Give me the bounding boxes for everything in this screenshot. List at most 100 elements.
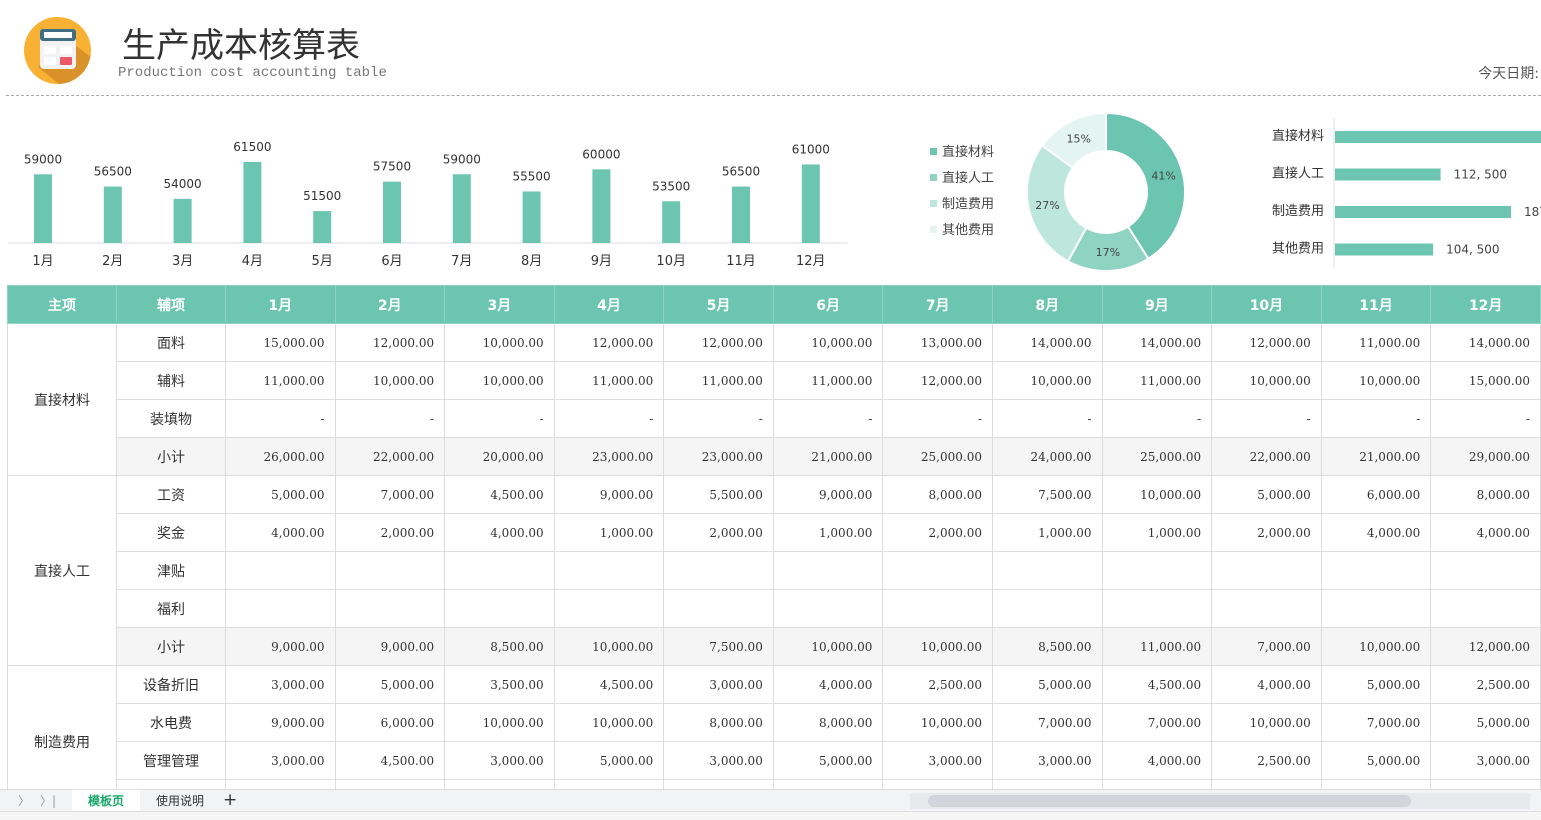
value-cell[interactable]: 13,000.00 bbox=[882, 323, 993, 362]
value-cell[interactable]: 10,000.00 bbox=[444, 361, 555, 400]
value-cell[interactable]: 8,000.00 bbox=[882, 475, 993, 514]
value-cell[interactable]: 12,000.00 bbox=[1211, 323, 1322, 362]
value-cell[interactable]: 3,000.00 bbox=[663, 665, 774, 704]
value-cell[interactable]: 25,000.00 bbox=[1101, 437, 1213, 476]
value-cell[interactable]: 3,000.00 bbox=[224, 665, 336, 704]
value-cell[interactable] bbox=[553, 551, 665, 590]
value-cell[interactable]: 10,000.00 bbox=[444, 323, 555, 362]
value-cell[interactable]: 22,000.00 bbox=[334, 437, 446, 476]
value-cell[interactable]: 3,000.00 bbox=[1430, 741, 1541, 780]
value-cell[interactable]: 9,000.00 bbox=[224, 627, 336, 666]
value-cell[interactable]: - bbox=[663, 399, 774, 438]
value-cell[interactable]: 6,000.00 bbox=[334, 703, 446, 742]
value-cell[interactable]: 8,000.00 bbox=[663, 703, 774, 742]
value-cell[interactable]: 8,000.00 bbox=[1430, 475, 1541, 514]
value-cell[interactable]: 9,000.00 bbox=[334, 627, 446, 666]
value-cell[interactable]: 1,000.00 bbox=[1101, 513, 1213, 552]
value-cell[interactable] bbox=[1320, 589, 1432, 628]
sub-item-cell[interactable]: 管理管理 bbox=[115, 741, 226, 780]
sub-item-cell[interactable]: 水电费 bbox=[115, 703, 226, 742]
sub-item-cell[interactable]: 工资 bbox=[115, 475, 226, 514]
sub-item-cell[interactable]: 装填物 bbox=[115, 399, 226, 438]
value-cell[interactable]: 7,000.00 bbox=[1320, 703, 1432, 742]
value-cell[interactable]: 9,000.00 bbox=[553, 475, 665, 514]
value-cell[interactable]: 3,000.00 bbox=[882, 741, 993, 780]
value-cell[interactable]: 2,000.00 bbox=[334, 513, 446, 552]
value-cell[interactable]: 3,000.00 bbox=[444, 741, 555, 780]
value-cell[interactable]: 14,000.00 bbox=[1101, 323, 1213, 362]
value-cell[interactable]: 3,000.00 bbox=[224, 741, 336, 780]
value-cell[interactable] bbox=[663, 589, 774, 628]
value-cell[interactable]: 11,000.00 bbox=[772, 361, 884, 400]
value-cell[interactable]: 2,500.00 bbox=[1211, 741, 1322, 780]
value-cell[interactable]: 12,000.00 bbox=[334, 323, 446, 362]
value-cell[interactable]: - bbox=[1320, 399, 1432, 438]
main-item-cell[interactable]: 直接材料 bbox=[7, 323, 117, 476]
value-cell[interactable]: 12,000.00 bbox=[1430, 627, 1541, 666]
sub-item-cell[interactable]: 福利 bbox=[115, 589, 226, 628]
value-cell[interactable]: 1,000.00 bbox=[553, 513, 665, 552]
value-cell[interactable] bbox=[1101, 589, 1213, 628]
value-cell[interactable]: 10,000.00 bbox=[553, 627, 665, 666]
value-cell[interactable]: 10,000.00 bbox=[882, 627, 993, 666]
value-cell[interactable]: - bbox=[772, 399, 884, 438]
value-cell[interactable]: 20,000.00 bbox=[444, 437, 555, 476]
value-cell[interactable]: 11,000.00 bbox=[553, 361, 665, 400]
value-cell[interactable]: 15,000.00 bbox=[224, 323, 336, 362]
value-cell[interactable] bbox=[1211, 551, 1322, 590]
value-cell[interactable]: 10,000.00 bbox=[772, 627, 884, 666]
value-cell[interactable]: 4,500.00 bbox=[444, 475, 555, 514]
value-cell[interactable]: 7,000.00 bbox=[1101, 703, 1213, 742]
value-cell[interactable] bbox=[1430, 551, 1541, 590]
value-cell[interactable]: 3,500.00 bbox=[444, 665, 555, 704]
value-cell[interactable]: 4,000.00 bbox=[1211, 665, 1322, 704]
value-cell[interactable] bbox=[224, 551, 336, 590]
value-cell[interactable] bbox=[444, 589, 555, 628]
value-cell[interactable]: 5,000.00 bbox=[772, 741, 884, 780]
value-cell[interactable]: 7,500.00 bbox=[991, 475, 1103, 514]
value-cell[interactable] bbox=[1320, 551, 1432, 590]
value-cell[interactable]: - bbox=[1430, 399, 1541, 438]
value-cell[interactable]: 12,000.00 bbox=[663, 323, 774, 362]
value-cell[interactable]: 5,000.00 bbox=[1320, 741, 1432, 780]
last-sheet-icon[interactable]: 〉| bbox=[40, 792, 56, 809]
value-cell[interactable]: 8,500.00 bbox=[991, 627, 1103, 666]
value-cell[interactable]: 10,000.00 bbox=[444, 703, 555, 742]
value-cell[interactable]: 5,000.00 bbox=[334, 665, 446, 704]
value-cell[interactable]: 10,000.00 bbox=[1101, 475, 1213, 514]
value-cell[interactable]: 10,000.00 bbox=[1320, 361, 1432, 400]
value-cell[interactable]: 4,000.00 bbox=[1101, 741, 1213, 780]
value-cell[interactable]: 7,000.00 bbox=[991, 703, 1103, 742]
value-cell[interactable]: 5,000.00 bbox=[1430, 703, 1541, 742]
sub-item-cell[interactable]: 小计 bbox=[115, 437, 226, 476]
value-cell[interactable] bbox=[444, 551, 555, 590]
value-cell[interactable]: 4,000.00 bbox=[772, 665, 884, 704]
value-cell[interactable] bbox=[991, 589, 1103, 628]
value-cell[interactable] bbox=[1211, 589, 1322, 628]
value-cell[interactable]: 2,500.00 bbox=[1430, 665, 1541, 704]
value-cell[interactable]: - bbox=[334, 399, 446, 438]
value-cell[interactable]: 10,000.00 bbox=[553, 703, 665, 742]
value-cell[interactable]: 4,500.00 bbox=[553, 665, 665, 704]
value-cell[interactable]: 6,000.00 bbox=[1320, 475, 1432, 514]
value-cell[interactable]: 15,000.00 bbox=[1430, 361, 1541, 400]
horizontal-scrollbar[interactable] bbox=[910, 793, 1530, 809]
sub-item-cell[interactable]: 奖金 bbox=[115, 513, 226, 552]
scrollbar-thumb[interactable] bbox=[928, 795, 1411, 807]
value-cell[interactable]: 3,000.00 bbox=[991, 741, 1103, 780]
value-cell[interactable]: 11,000.00 bbox=[663, 361, 774, 400]
value-cell[interactable]: - bbox=[882, 399, 993, 438]
prev-sheet-icon[interactable]: 〉 bbox=[18, 792, 30, 809]
value-cell[interactable]: 4,000.00 bbox=[1430, 513, 1541, 552]
value-cell[interactable]: 7,500.00 bbox=[663, 627, 774, 666]
value-cell[interactable]: 5,000.00 bbox=[1320, 665, 1432, 704]
value-cell[interactable]: 2,000.00 bbox=[663, 513, 774, 552]
value-cell[interactable]: 5,000.00 bbox=[1211, 475, 1322, 514]
value-cell[interactable]: 21,000.00 bbox=[1320, 437, 1432, 476]
value-cell[interactable] bbox=[772, 551, 884, 590]
value-cell[interactable]: 11,000.00 bbox=[224, 361, 336, 400]
value-cell[interactable]: 26,000.00 bbox=[224, 437, 336, 476]
value-cell[interactable]: 2,500.00 bbox=[882, 665, 993, 704]
value-cell[interactable]: 9,000.00 bbox=[224, 703, 336, 742]
value-cell[interactable]: 2,000.00 bbox=[882, 513, 993, 552]
